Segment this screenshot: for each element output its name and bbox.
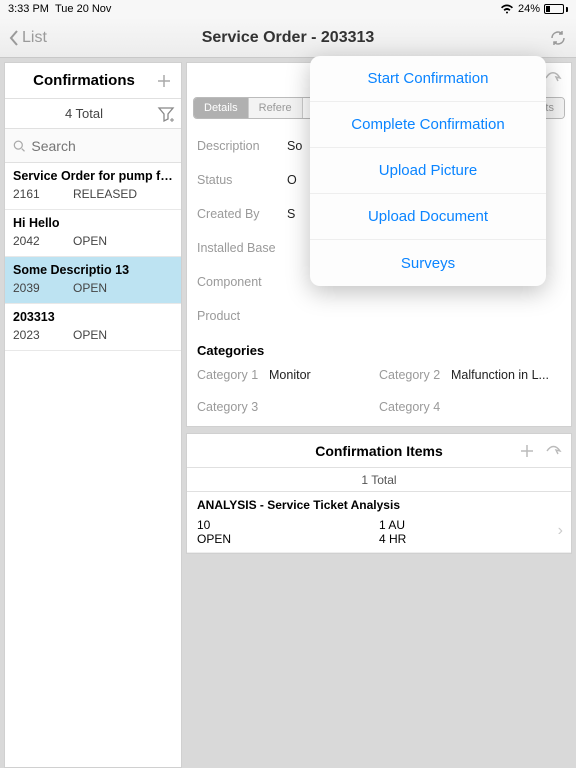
value-cat2: Malfunction in L... <box>451 368 561 382</box>
action-popover: Start Confirmation Complete Confirmation… <box>310 56 546 286</box>
sidebar-item[interactable]: Some Descriptio 13 2039OPEN <box>5 257 181 304</box>
wifi-icon <box>500 4 514 14</box>
chevron-right-icon: › <box>558 522 563 540</box>
nav-bar: List Service Order - 203313 <box>0 18 576 58</box>
sidebar-item-title: Hi Hello <box>13 216 173 230</box>
funnel-icon <box>157 105 175 123</box>
sidebar-item-title: Service Order for pump fix FO... <box>13 169 173 183</box>
label-product: Product <box>197 309 287 323</box>
label-createdby: Created By <box>197 207 287 221</box>
refresh-icon <box>548 28 568 48</box>
sidebar-item-title: Some Descriptio 13 <box>13 263 173 277</box>
label-cat3: Category 3 <box>197 400 269 414</box>
share-items-button[interactable] <box>545 443 563 459</box>
popover-surveys[interactable]: Surveys <box>310 240 546 286</box>
search-row <box>5 129 181 163</box>
popover-start-confirmation[interactable]: Start Confirmation <box>310 56 546 102</box>
plus-icon <box>155 72 173 90</box>
chevron-left-icon <box>8 29 20 47</box>
sidebar-item-title: 203313 <box>13 310 173 324</box>
add-item-button[interactable] <box>519 443 535 459</box>
share-button[interactable] <box>543 69 563 87</box>
search-input[interactable] <box>31 138 173 154</box>
value-description: So <box>287 139 302 153</box>
label-cat4: Category 4 <box>379 400 451 414</box>
label-status: Status <box>197 173 287 187</box>
sidebar-item[interactable]: Hi Hello 2042OPEN <box>5 210 181 257</box>
status-bar: 3:33 PM Tue 20 Nov 24% <box>0 0 576 18</box>
confirmation-item-row[interactable]: ANALYSIS - Service Ticket Analysis 101 A… <box>187 492 571 553</box>
search-icon <box>13 139 25 153</box>
share-icon <box>543 69 563 87</box>
tab-references[interactable]: Refere <box>249 98 303 118</box>
status-time: 3:33 PM <box>8 3 49 15</box>
items-title: Confirmation Items <box>315 443 443 459</box>
confirmation-items-card: Confirmation Items 1 Total ANALYSIS - Se… <box>186 433 572 554</box>
item-title: ANALYSIS - Service Ticket Analysis <box>197 498 561 512</box>
label-description: Description <box>197 139 287 153</box>
popover-upload-picture[interactable]: Upload Picture <box>310 148 546 194</box>
label-categories: Categories <box>187 333 571 362</box>
share-icon <box>545 443 563 459</box>
items-total: 1 Total <box>187 468 571 492</box>
battery-icon <box>544 4 568 14</box>
refresh-button[interactable] <box>548 28 568 48</box>
popover-upload-document[interactable]: Upload Document <box>310 194 546 240</box>
label-cat1: Category 1 <box>197 368 269 382</box>
label-cat2: Category 2 <box>379 368 451 382</box>
label-installed-base: Installed Base <box>197 241 287 255</box>
value-createdby: S <box>287 207 295 221</box>
sidebar-item[interactable]: 203313 2023OPEN <box>5 304 181 351</box>
page-title: Service Order - 203313 <box>0 29 576 47</box>
add-confirmation-button[interactable] <box>155 72 173 90</box>
back-button[interactable]: List <box>8 29 47 47</box>
value-status: O <box>287 173 297 187</box>
status-date: Tue 20 Nov <box>55 3 111 15</box>
plus-icon <box>519 443 535 459</box>
filter-button[interactable] <box>157 105 175 123</box>
battery-percent: 24% <box>518 3 540 15</box>
sidebar: Confirmations 4 Total Service Order for … <box>4 62 182 768</box>
sidebar-item[interactable]: Service Order for pump fix FO... 2161REL… <box>5 163 181 210</box>
sidebar-count: 4 Total <box>11 106 157 121</box>
popover-complete-confirmation[interactable]: Complete Confirmation <box>310 102 546 148</box>
value-cat1: Monitor <box>269 368 379 382</box>
sidebar-title: Confirmations <box>13 72 155 89</box>
tab-details[interactable]: Details <box>194 98 249 118</box>
label-component: Component <box>197 275 287 289</box>
back-label: List <box>22 29 47 47</box>
